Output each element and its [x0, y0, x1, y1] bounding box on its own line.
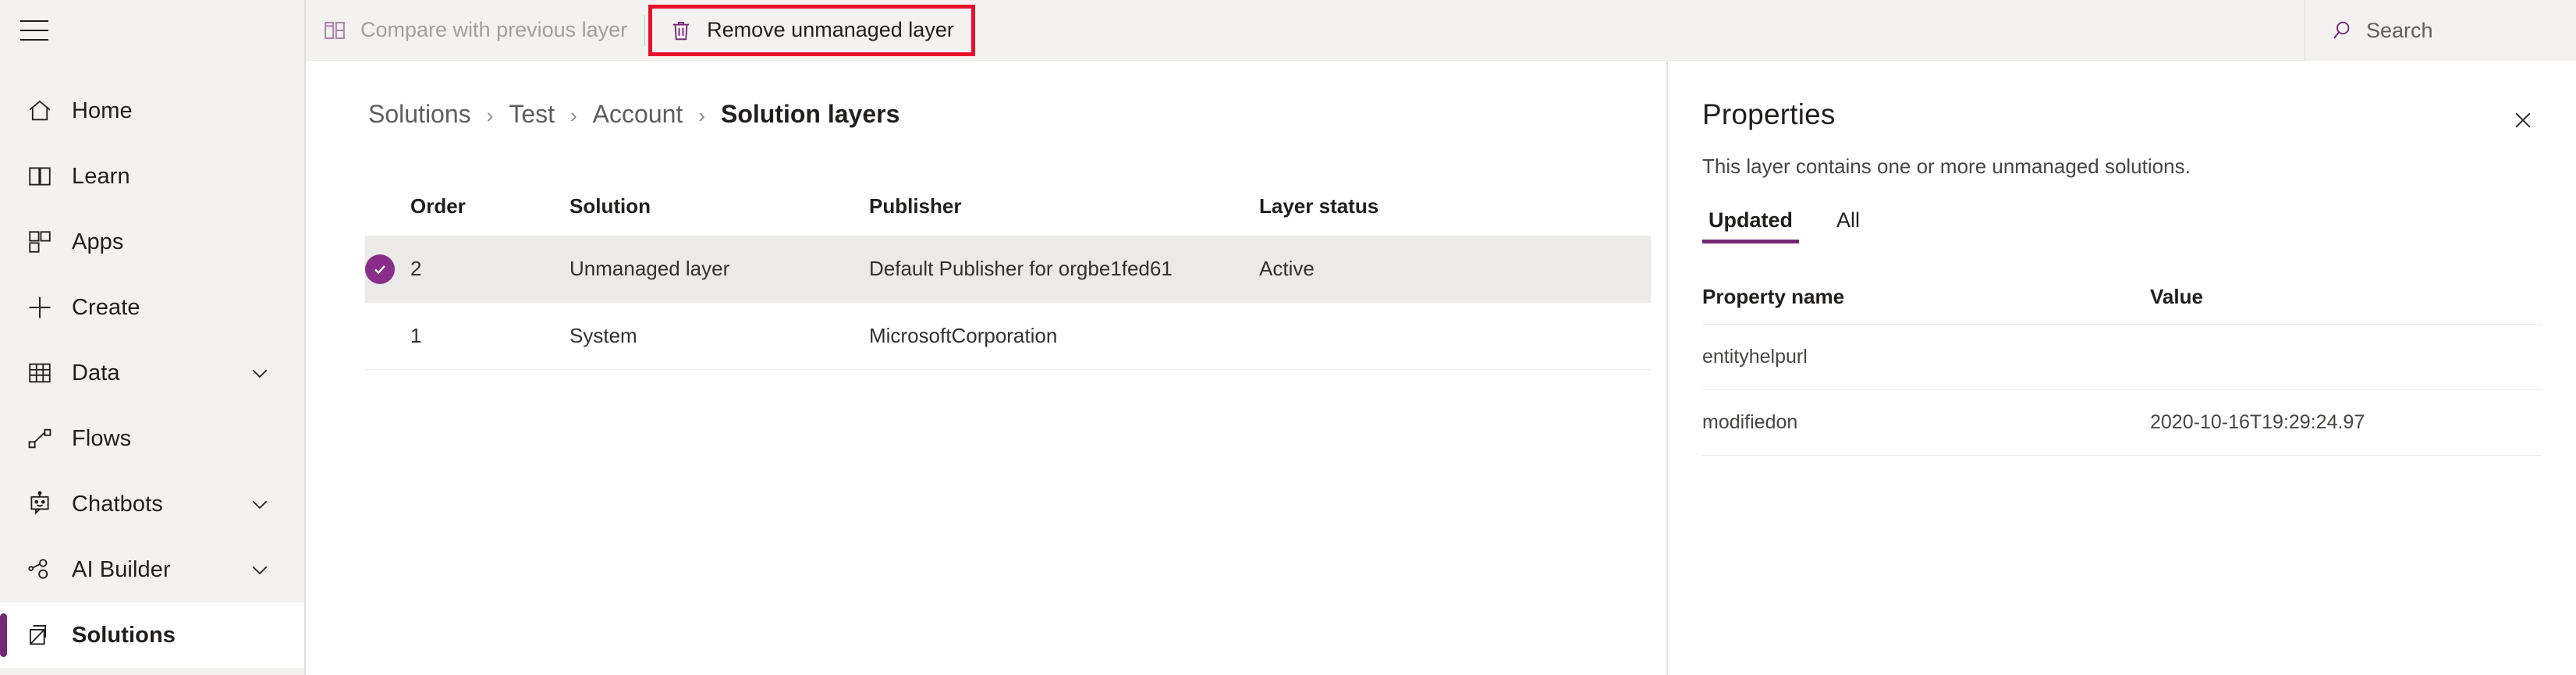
trash-icon [669, 19, 693, 42]
sidebar-item-label: Home [72, 98, 133, 123]
breadcrumb-item-solutions[interactable]: Solutions [368, 100, 471, 129]
search-input[interactable]: Search [2305, 0, 2576, 61]
cell-solution: Unmanaged layer [569, 257, 730, 280]
sidebar-item-learn[interactable]: Learn [0, 144, 304, 209]
page-title: Solution layers [720, 100, 900, 128]
command-bar-divider [644, 14, 646, 46]
properties-table: Property name Value entityhelpurl modifi… [1702, 270, 2542, 456]
plus-icon [19, 293, 61, 322]
check-circle-icon[interactable] [365, 254, 395, 284]
close-icon[interactable] [2504, 101, 2542, 139]
sidebar-item-solutions[interactable]: Solutions [0, 602, 304, 668]
sidebar-item-create[interactable]: Create [0, 275, 304, 340]
properties-row[interactable]: modifiedon 2020-10-16T19:29:24.97 [1702, 390, 2542, 456]
remove-button-label: Remove unmanaged layer [707, 18, 954, 41]
sidebar-item-label: Flows [72, 425, 132, 451]
command-bar: Compare with previous layer Remove unman… [306, 0, 2576, 61]
column-header-property-name: Property name [1702, 285, 1845, 308]
hamburger-icon[interactable] [20, 20, 48, 41]
table-row[interactable]: 1 System MicrosoftCorporation [365, 303, 1651, 370]
apps-grid-icon [19, 229, 61, 255]
sidebar-item-label: Chatbots [72, 491, 163, 517]
properties-panel-header: Properties [1702, 98, 2542, 139]
cell-order: 1 [410, 324, 422, 347]
sidebar-item-label: Apps [72, 229, 124, 254]
column-header-order[interactable]: Order [410, 194, 569, 218]
properties-panel: Properties This layer contains one or mo… [1666, 61, 2576, 675]
table-row[interactable]: 2 Unmanaged layer Default Publisher for … [365, 236, 1651, 303]
row-select-cell[interactable] [365, 254, 410, 284]
tab-all[interactable]: All [1830, 208, 1866, 243]
breadcrumb: Solutions › Test › Account › Solution la… [365, 100, 1666, 145]
column-header-publisher[interactable]: Publisher [869, 194, 1259, 218]
cell-order: 2 [410, 257, 422, 280]
chevron-down-icon[interactable] [248, 492, 271, 516]
properties-tabs: Updated All [1702, 208, 2542, 243]
compare-layers-icon [323, 19, 346, 42]
tab-updated[interactable]: Updated [1702, 208, 1799, 243]
breadcrumb-separator-icon: › [570, 104, 577, 127]
search-placeholder: Search [2366, 18, 2433, 42]
sidebar-item-flows[interactable]: Flows [0, 406, 304, 471]
search-icon [2330, 19, 2354, 42]
sidebar-item-home[interactable]: Home [0, 78, 304, 144]
chevron-down-icon[interactable] [248, 361, 271, 385]
ai-builder-icon [19, 556, 61, 583]
compare-button-label: Compare with previous layer [360, 18, 628, 41]
sidebar-item-ai-builder[interactable]: AI Builder [0, 537, 304, 602]
chatbot-icon [19, 491, 61, 517]
properties-row[interactable]: entityhelpurl [1702, 325, 2542, 390]
home-icon [19, 98, 61, 124]
solution-layers-page: Solutions › Test › Account › Solution la… [306, 61, 1666, 675]
solution-layers-table: Order Solution Publisher Layer status 2 … [365, 176, 1651, 370]
table-icon [19, 360, 61, 386]
sidebar-item-label: Create [72, 294, 140, 320]
cell-property-name: entityhelpurl [1702, 346, 1808, 368]
sidebar-item-apps[interactable]: Apps [0, 209, 304, 275]
content-row: Solutions › Test › Account › Solution la… [306, 61, 2576, 675]
left-navigation-sidebar: Home Learn Apps Create Data Flows Chatbo… [0, 0, 306, 675]
properties-panel-title: Properties [1702, 98, 1836, 130]
column-header-solution[interactable]: Solution [569, 194, 869, 218]
chevron-down-icon[interactable] [248, 558, 271, 581]
breadcrumb-separator-icon: › [486, 104, 494, 127]
cell-property-value: 2020-10-16T19:29:24.97 [2150, 411, 2365, 433]
compare-with-previous-layer-button[interactable]: Compare with previous layer [306, 0, 644, 61]
sidebar-item-chatbots[interactable]: Chatbots [0, 471, 304, 537]
properties-header-row: Property name Value [1702, 270, 2542, 325]
breadcrumb-item-account[interactable]: Account [593, 100, 683, 129]
cell-publisher: MicrosoftCorporation [869, 324, 1058, 347]
breadcrumb-item-test[interactable]: Test [509, 100, 555, 129]
sidebar-nav-list: Home Learn Apps Create Data Flows Chatbo… [0, 78, 304, 668]
breadcrumb-separator-icon: › [698, 104, 705, 127]
main-region: Compare with previous layer Remove unman… [306, 0, 2576, 675]
flows-icon [19, 425, 61, 452]
sidebar-item-label: Learn [72, 163, 130, 189]
sidebar-item-label: Solutions [72, 622, 176, 648]
cell-property-name: modifiedon [1702, 411, 1798, 433]
column-header-value: Value [2150, 285, 2203, 308]
cell-publisher: Default Publisher for orgbe1fed61 [869, 257, 1173, 280]
book-icon [19, 163, 61, 190]
sidebar-item-label: AI Builder [72, 556, 171, 582]
remove-unmanaged-layer-button[interactable]: Remove unmanaged layer [648, 4, 975, 56]
cell-layer-status: Active [1259, 257, 1315, 280]
table-header-row: Order Solution Publisher Layer status [365, 176, 1651, 236]
sidebar-item-data[interactable]: Data [0, 340, 304, 406]
cell-solution: System [569, 324, 637, 347]
properties-panel-description: This layer contains one or more unmanage… [1702, 155, 2191, 178]
column-header-layer-status[interactable]: Layer status [1259, 194, 1493, 218]
app-root: Home Learn Apps Create Data Flows Chatbo… [0, 0, 2576, 675]
sidebar-item-label: Data [72, 360, 120, 385]
menu-toggle-button[interactable] [0, 0, 304, 61]
solutions-icon [19, 622, 61, 648]
